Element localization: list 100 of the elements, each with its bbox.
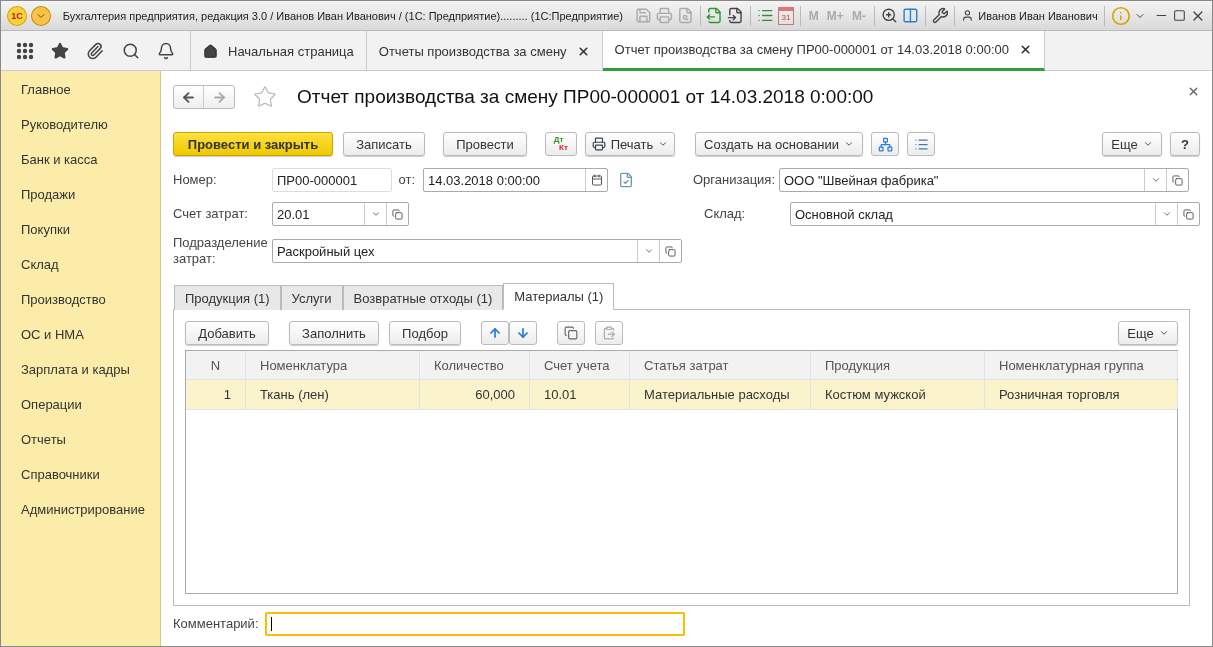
division-field[interactable]: Раскройный цех	[272, 239, 682, 263]
caret-icon	[1142, 139, 1153, 149]
journal-button[interactable]: Дт Кт	[545, 132, 577, 156]
calendar-icon[interactable]: 31	[778, 6, 794, 25]
sidebar-item[interactable]: Производство	[1, 289, 160, 324]
apps-grid-icon[interactable]	[15, 41, 34, 60]
caret-icon	[643, 246, 654, 256]
fill-button[interactable]: Заполнить	[289, 321, 379, 345]
info-icon[interactable]	[1110, 5, 1131, 26]
section-tab[interactable]: Услуги	[280, 285, 343, 310]
preview-icon[interactable]	[676, 7, 694, 24]
sidebar-item[interactable]: Склад	[1, 254, 160, 289]
section-tab[interactable]: Продукция (1)	[174, 285, 281, 310]
number-field[interactable]: ПР00-000001	[272, 168, 392, 192]
open-form-icon	[1172, 174, 1183, 186]
close-icon[interactable]	[576, 44, 590, 58]
sidebar-item[interactable]: Отчеты	[1, 429, 160, 464]
sidebar-item[interactable]: Банк и касса	[1, 149, 160, 184]
comment-field[interactable]	[265, 612, 685, 636]
print-button[interactable]: Печать	[585, 132, 675, 156]
section-tab[interactable]: Материалы (1)	[503, 283, 615, 310]
caret-icon	[1150, 175, 1161, 185]
star-icon[interactable]	[51, 41, 70, 60]
add-button[interactable]: Добавить	[185, 321, 269, 345]
app-logo: 1С	[7, 5, 27, 26]
panel-icon[interactable]	[901, 7, 919, 24]
user-name: Иванов Иван Иванович	[978, 9, 1098, 22]
cost-account-field[interactable]: 20.01	[272, 202, 409, 226]
field-label: Организация:	[693, 172, 777, 188]
post-button[interactable]: Провести	[443, 132, 527, 156]
sidebar-item[interactable]: ОС и НМА	[1, 324, 160, 359]
move-down-button[interactable]	[509, 321, 537, 345]
structure-button[interactable]	[871, 132, 899, 156]
clipboard-icon	[602, 326, 616, 340]
wrench-icon[interactable]	[931, 7, 949, 24]
window-tab[interactable]: Отчет производства за смену ПР00-000001 от 14.03.2018 0:00:00	[602, 31, 1045, 71]
column-header: Номенклатурная группа	[985, 351, 1178, 379]
caret-icon	[1161, 209, 1172, 219]
copy-button[interactable]	[557, 321, 585, 345]
paste-button[interactable]	[595, 321, 623, 345]
list-button[interactable]	[907, 132, 935, 156]
date-field[interactable]: 14.03.2018 0:00:00	[423, 168, 608, 192]
field-label: Номер:	[173, 172, 218, 188]
maximize-icon[interactable]	[1173, 9, 1187, 22]
search-icon[interactable]	[121, 41, 140, 60]
section-tab[interactable]: Возвратные отходы (1)	[342, 285, 504, 310]
sidebar-item[interactable]: Справочники	[1, 464, 160, 499]
column-header: Счет учета	[530, 351, 630, 379]
menu-button[interactable]	[30, 5, 51, 26]
field-label: Счет затрат:	[173, 206, 249, 222]
user-icon	[961, 9, 975, 22]
more-button[interactable]: Еще	[1102, 132, 1162, 156]
document-title: Отчет производства за смену ПР00-000001 от 14.03.2018 0:00:00	[297, 86, 874, 108]
caret-icon	[843, 139, 854, 149]
caret-icon	[370, 209, 381, 219]
field-label: Подразделение затрат:	[173, 235, 269, 267]
table-cell: 10.01	[530, 380, 630, 409]
field-label: Комментарий:	[173, 616, 260, 632]
download-icon[interactable]	[727, 7, 745, 24]
zoom-icon[interactable]	[880, 7, 898, 24]
warehouse-field[interactable]: Основной склад	[790, 202, 1200, 226]
save-icon[interactable]	[634, 7, 652, 24]
table-row[interactable]: 1 Ткань (лен) 60,000 10.01 Материальные расходы Костюм мужской Розничная торговля	[186, 380, 1177, 410]
sidebar-item[interactable]: Операции	[1, 394, 160, 429]
field-label: Склад:	[704, 206, 747, 222]
move-up-button[interactable]	[481, 321, 509, 345]
post-and-close-button[interactable]: Провести и закрыть	[173, 132, 333, 156]
close-button[interactable]	[1187, 85, 1200, 98]
sidebar-item[interactable]: Зарплата и кадры	[1, 359, 160, 394]
favorite-star-icon[interactable]	[253, 85, 277, 109]
posted-icon	[618, 172, 634, 188]
sidebar-item[interactable]: Покупки	[1, 219, 160, 254]
table-cell: Материальные расходы	[630, 380, 811, 409]
open-form-icon	[392, 208, 403, 220]
print-icon[interactable]	[655, 7, 673, 24]
open-form-icon	[1183, 208, 1194, 220]
sidebar-item[interactable]: Продажи	[1, 184, 160, 219]
caret-icon	[658, 139, 669, 149]
arrow-right-icon	[211, 89, 227, 105]
more-button[interactable]: Еще	[1118, 321, 1178, 345]
list-icon	[913, 136, 929, 152]
sidebar-item[interactable]: Руководителю	[1, 114, 160, 149]
close-icon[interactable]	[1018, 43, 1032, 56]
structure-icon	[877, 136, 893, 152]
create-based-button[interactable]: Создать на основании	[695, 132, 863, 156]
bell-icon[interactable]	[157, 41, 176, 60]
pick-button[interactable]: Подбор	[389, 321, 461, 345]
open-form-icon	[665, 245, 676, 257]
table-cell: Костюм мужской	[811, 380, 985, 409]
save-button[interactable]: Записать	[343, 132, 425, 156]
table-cell: Розничная торговля	[985, 380, 1178, 409]
help-button[interactable]: ?	[1170, 132, 1200, 156]
column-header: N	[186, 351, 246, 379]
home-icon	[203, 43, 218, 59]
sidebar-item[interactable]: Главное	[1, 79, 160, 114]
sidebar-item[interactable]: Администрирование	[1, 499, 160, 534]
caret-icon	[1158, 328, 1169, 338]
printer-icon	[591, 137, 606, 151]
organization-field[interactable]: ООО "Швейная фабрика"	[779, 168, 1189, 192]
calendar-icon	[590, 174, 603, 186]
